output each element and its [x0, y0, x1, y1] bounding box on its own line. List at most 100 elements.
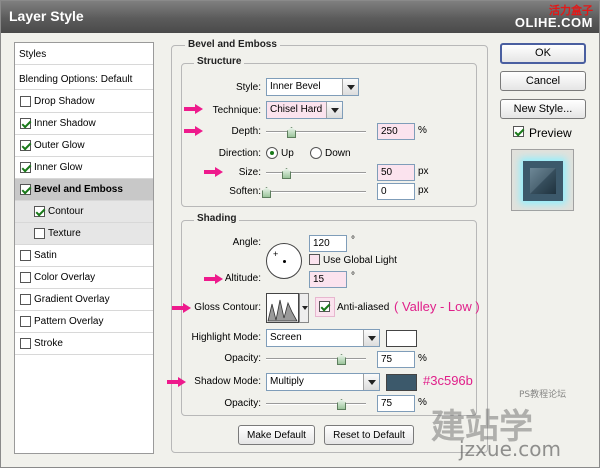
global-light-checkbox[interactable] [309, 254, 320, 265]
style-item-color-overlay[interactable]: Color Overlay [15, 267, 153, 289]
soften-slider[interactable] [262, 187, 366, 198]
style-item-label: Color Overlay [34, 272, 96, 283]
style-item-stroke[interactable]: Stroke [15, 333, 153, 355]
size-slider[interactable] [266, 168, 366, 179]
style-item-label: Texture [48, 228, 81, 239]
satin-checkbox[interactable] [20, 250, 31, 261]
style-item-inner-glow[interactable]: Inner Glow [15, 157, 153, 179]
shadow-mode-label: Shadow Mode: [194, 376, 261, 387]
style-item-label: Bevel and Emboss [34, 184, 123, 195]
style-item-texture[interactable]: Texture [15, 223, 153, 245]
outer-glow-checkbox[interactable] [20, 140, 31, 151]
soften-unit: px [418, 185, 429, 196]
style-label: Style: [235, 82, 261, 93]
style-item-label: Satin [34, 250, 57, 261]
shadow-opacity-unit: % [418, 397, 427, 408]
style-item-outer-glow[interactable]: Outer Glow [15, 135, 153, 157]
style-item-satin[interactable]: Satin [15, 245, 153, 267]
size-slider-thumb[interactable] [282, 168, 291, 179]
shadow-mode-value: Multiply [270, 376, 304, 387]
gradient-overlay-checkbox[interactable] [20, 294, 31, 305]
altitude-input[interactable]: 15 [309, 271, 347, 288]
inner-shadow-checkbox[interactable] [20, 118, 31, 129]
soften-label: Soften: [229, 186, 261, 197]
highlight-opacity-slider[interactable] [266, 354, 366, 365]
texture-checkbox[interactable] [34, 228, 45, 239]
contour-curve-icon [267, 299, 298, 322]
style-item-pattern-overlay[interactable]: Pattern Overlay [15, 311, 153, 333]
direction-up-radio[interactable] [266, 147, 278, 159]
style-item-label: Drop Shadow [34, 96, 95, 107]
style-item-label: Stroke [34, 338, 63, 349]
highlight-opacity-unit: % [418, 353, 427, 364]
depth-unit: % [418, 125, 427, 136]
style-select[interactable]: Inner Bevel [266, 78, 359, 96]
global-light-label: Use Global Light [323, 255, 397, 266]
highlight-opacity-input[interactable]: 75 [377, 351, 415, 368]
size-unit: px [418, 166, 429, 177]
anti-aliased-label: Anti-aliased [337, 302, 390, 313]
angle-dial[interactable]: + [266, 243, 302, 279]
style-item-contour[interactable]: Contour [15, 201, 153, 223]
style-item-drop-shadow[interactable]: Drop Shadow [15, 91, 153, 113]
shadow-opacity-label: Opacity: [224, 398, 261, 409]
style-item-label: Contour [48, 206, 84, 217]
gloss-contour-label: Gloss Contour: [194, 302, 261, 313]
blending-options-label: Blending Options: Default [19, 74, 133, 85]
chevron-down-icon [363, 374, 379, 390]
shadow-opacity-slider[interactable] [266, 399, 366, 410]
dial-center [283, 260, 286, 263]
chevron-down-icon[interactable] [299, 293, 309, 323]
preview-checkbox[interactable] [513, 126, 524, 137]
chevron-down-icon [363, 330, 379, 346]
blending-options[interactable]: Blending Options: Default [15, 68, 153, 90]
slider-track [266, 131, 366, 133]
style-preview [511, 149, 574, 211]
watermark-site: jzxue.com [459, 437, 561, 461]
cancel-button[interactable]: Cancel [500, 71, 586, 91]
pattern-overlay-checkbox[interactable] [20, 316, 31, 327]
angle-input[interactable]: 120 [309, 235, 347, 252]
bevel-emboss-checkbox[interactable] [20, 184, 31, 195]
depth-slider[interactable] [266, 127, 366, 138]
depth-slider-thumb[interactable] [287, 127, 296, 138]
highlight-mode-select[interactable]: Screen [266, 329, 380, 347]
shadow-color-swatch[interactable] [386, 374, 417, 391]
shadow-opacity-thumb[interactable] [337, 399, 346, 410]
technique-select[interactable]: Chisel Hard [266, 101, 343, 119]
stroke-checkbox[interactable] [20, 338, 31, 349]
style-item-label: Pattern Overlay [34, 316, 104, 327]
layer-style-dialog: Layer Style 活力盒子 OLIHE.COM Styles Blendi… [0, 0, 600, 468]
watermark-site-small: PS教程论坛 [519, 390, 567, 400]
ok-button[interactable]: OK [500, 43, 586, 64]
style-item-gradient-overlay[interactable]: Gradient Overlay [15, 289, 153, 311]
direction-down-radio[interactable] [310, 147, 322, 159]
highlight-opacity-label: Opacity: [224, 353, 261, 364]
contour-checkbox[interactable] [34, 206, 45, 217]
make-default-button[interactable]: Make Default [238, 425, 315, 445]
soften-input[interactable]: 0 [377, 183, 415, 200]
chevron-down-icon [342, 79, 358, 95]
style-item-inner-shadow[interactable]: Inner Shadow [15, 113, 153, 135]
style-select-value: Inner Bevel [270, 81, 321, 92]
style-item-bevel-emboss[interactable]: Bevel and Emboss [15, 179, 153, 201]
depth-input[interactable]: 250 [377, 123, 415, 140]
gloss-contour-note: ( Valley - Low ) [394, 299, 480, 314]
size-input[interactable]: 50 [377, 164, 415, 181]
styles-header[interactable]: Styles [15, 43, 153, 65]
highlight-opacity-thumb[interactable] [337, 354, 346, 365]
reset-default-button[interactable]: Reset to Default [324, 425, 414, 445]
gloss-contour-preview[interactable] [266, 293, 299, 323]
shadow-opacity-input[interactable]: 75 [377, 395, 415, 412]
watermark-site: OLIHE.COM [514, 15, 593, 30]
slider-track [266, 191, 366, 193]
anti-aliased-checkbox[interactable] [319, 301, 330, 312]
drop-shadow-checkbox[interactable] [20, 96, 31, 107]
highlight-color-swatch[interactable] [386, 330, 417, 347]
new-style-button[interactable]: New Style... [500, 99, 586, 119]
highlight-mode-label: Highlight Mode: [191, 332, 261, 343]
inner-glow-checkbox[interactable] [20, 162, 31, 173]
color-overlay-checkbox[interactable] [20, 272, 31, 283]
shadow-mode-select[interactable]: Multiply [266, 373, 380, 391]
slider-track [266, 358, 366, 360]
